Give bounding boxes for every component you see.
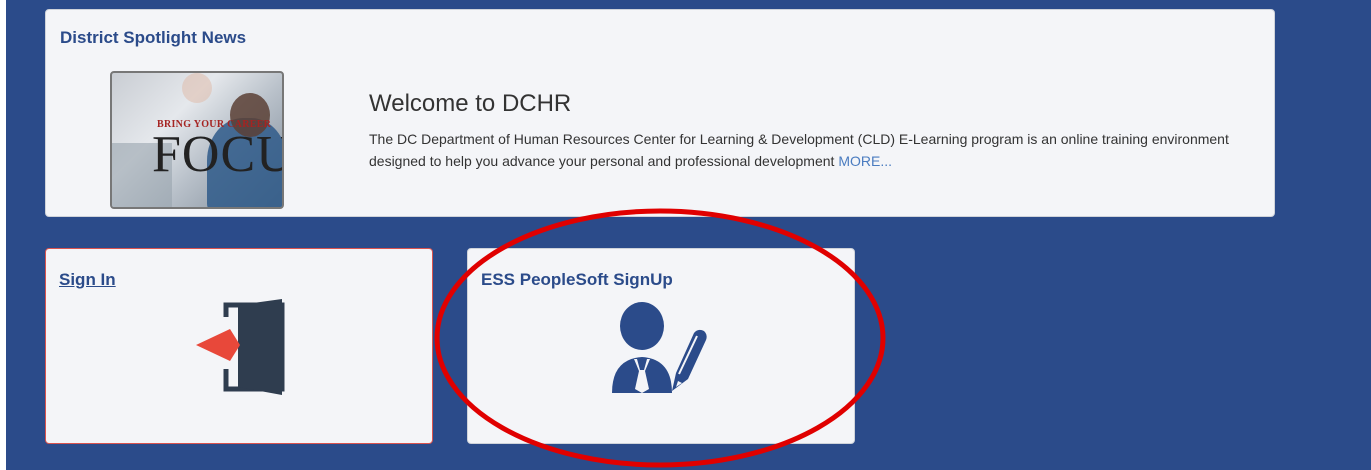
- more-link[interactable]: MORE...: [838, 153, 892, 169]
- sign-in-tile[interactable]: Sign In: [45, 248, 433, 444]
- news-heading: District Spotlight News: [60, 28, 247, 47]
- news-thumbnail[interactable]: BRING YOUR CAREER FOCU: [110, 71, 284, 209]
- news-article-title: Welcome to DCHR: [369, 90, 572, 117]
- news-article-text: The DC Department of Human Resources Cen…: [369, 131, 1229, 169]
- district-spotlight-news-panel: District Spotlight News BRING YOUR CAREE…: [45, 9, 1275, 217]
- user-pencil-icon: [608, 301, 708, 402]
- thumbnail-caption-large: FOCU: [152, 126, 284, 183]
- door-enter-icon: [196, 299, 296, 400]
- ess-peoplesoft-signup-tile[interactable]: ESS PeopleSoft SignUp: [467, 248, 855, 444]
- news-article-body: The DC Department of Human Resources Cen…: [369, 128, 1269, 172]
- ess-peoplesoft-signup-title[interactable]: ESS PeopleSoft SignUp: [481, 270, 673, 290]
- sign-in-link[interactable]: Sign In: [59, 270, 116, 290]
